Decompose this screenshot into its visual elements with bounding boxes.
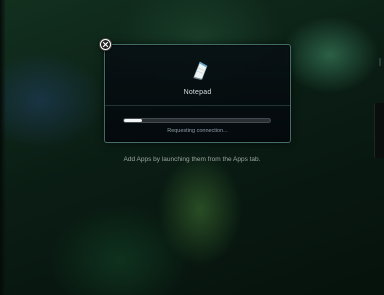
divider [105,105,290,106]
background: Notepad Requesting connection... Add App… [0,0,384,295]
connection-dialog: Notepad Requesting connection... [104,44,291,143]
notepad-icon [193,61,208,80]
close-button[interactable] [99,38,112,51]
progress-bar [123,118,271,123]
left-edge [0,0,6,295]
right-edge-marker [379,58,381,66]
status-text: Requesting connection... [167,128,228,134]
hint-text: Add Apps by launching them from the Apps… [123,156,261,163]
right-side-tab[interactable] [374,103,384,158]
close-icon [101,40,110,49]
app-name: Notepad [183,89,212,96]
progress-fill [124,119,142,122]
